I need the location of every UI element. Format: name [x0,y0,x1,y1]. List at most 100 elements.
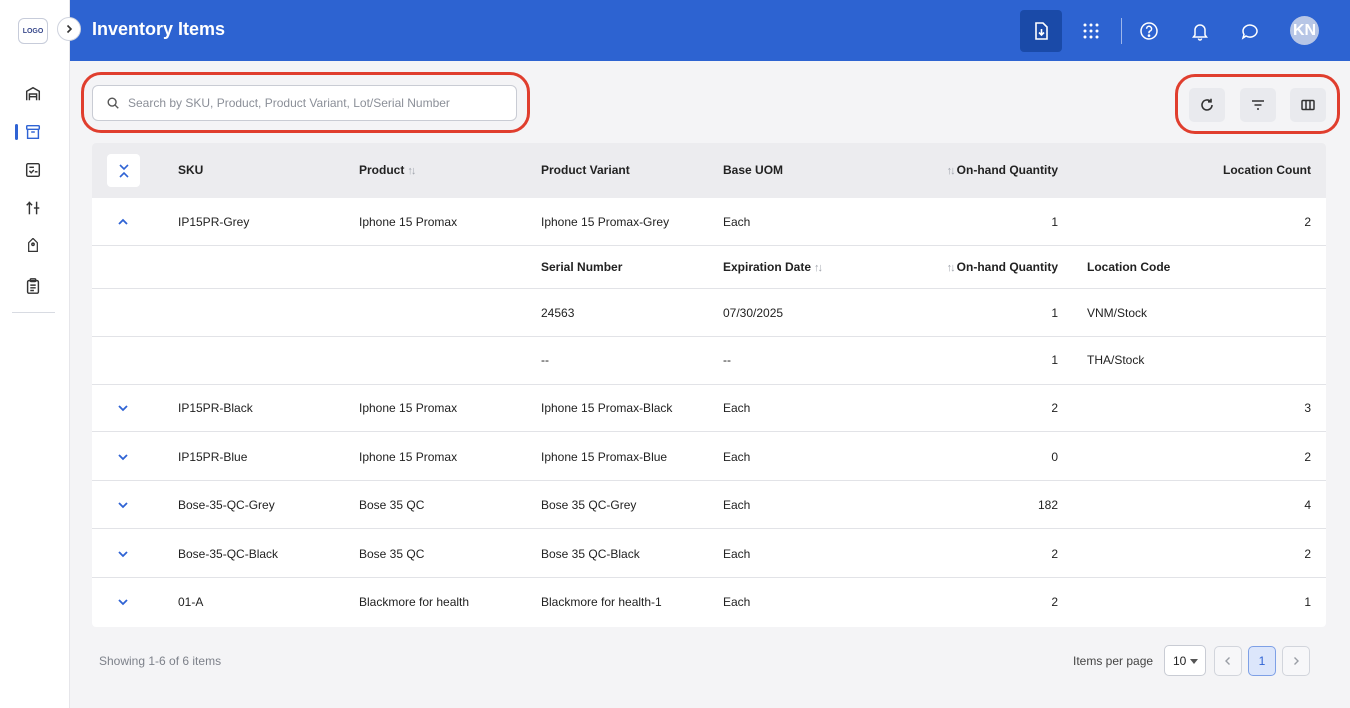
columns-icon [1301,99,1315,111]
next-page-button[interactable] [1282,646,1310,676]
sort-icon[interactable]: ↑↓ [947,262,956,274]
apps-grid-button[interactable] [1070,10,1112,52]
help-icon [1140,22,1158,40]
expand-all-button[interactable] [107,154,140,187]
cell-product: Bose 35 QC [359,547,425,561]
search-icon [107,97,119,109]
columns-button[interactable] [1290,88,1326,122]
chat-icon [1241,24,1258,40]
expand-row-button[interactable] [116,547,130,561]
filter-icon [1252,100,1264,110]
header-separator [1121,18,1122,44]
cell-sku: IP15PR-Blue [178,450,248,464]
filter-button[interactable] [1240,88,1276,122]
adjust-icon[interactable] [22,197,44,219]
header-sku[interactable]: SKU [178,163,203,177]
header-locations[interactable]: Location Count [1152,163,1311,177]
help-button[interactable] [1128,10,1170,52]
collapse-row-button[interactable] [116,215,130,229]
cell-qty: 2 [1051,547,1058,561]
top-header: Inventory Items KN [70,0,1350,61]
notifications-button[interactable] [1179,10,1221,52]
cell-sku: IP15PR-Grey [178,215,250,229]
subheader-expiration[interactable]: Expiration Date ↑↓ [723,260,824,274]
header-qty[interactable]: ↑↓ On-hand Quantity [912,163,1058,177]
subheader-location: Location Code [1087,260,1171,274]
header-uom[interactable]: Base UOM [723,163,783,177]
cell-uom: Each [723,450,751,464]
tag-icon[interactable] [22,236,44,258]
sidebar-divider [12,312,55,313]
app-logo: LOGO [18,18,48,44]
refresh-button[interactable] [1189,88,1225,122]
clipboard-icon[interactable] [22,275,44,297]
cell-qty: 0 [1051,450,1058,464]
search-input[interactable] [128,96,508,110]
chevron-right-icon [66,24,73,34]
cell-qty: 2 [1051,595,1058,609]
pagination-summary: Showing 1-6 of 6 items [99,654,222,668]
chevron-down-icon [118,551,128,558]
row-divider [92,336,1326,337]
cell-locations: 4 [1304,498,1311,512]
download-button[interactable] [1020,10,1062,52]
header-qty-label: On-hand Quantity [956,163,1058,177]
cell-variant: Iphone 15 Promax-Black [541,401,673,415]
chevron-down-icon [118,599,128,606]
page-title: Inventory Items [92,19,226,39]
header-product[interactable]: Product ↑↓ [359,163,417,177]
sub-cell-location: VNM/Stock [1087,306,1148,320]
row-divider [92,431,1326,432]
inventory-box-icon[interactable] [22,121,44,143]
cell-sku: IP15PR-Black [178,401,253,415]
subheader-qty[interactable]: ↑↓ On-hand Quantity [912,260,1058,274]
items-per-page-select[interactable]: 10 [1164,645,1206,676]
cell-sku: Bose-35-QC-Grey [178,498,275,512]
header-variant[interactable]: Product Variant [541,163,630,177]
caret-down-icon [1190,659,1198,664]
chevron-down-icon [118,405,128,412]
cell-variant: Iphone 15 Promax-Blue [541,450,668,464]
apps-grid-icon [1083,23,1099,39]
sort-icon[interactable]: ↑↓ [407,165,416,177]
warehouse-icon[interactable] [22,83,44,105]
chevron-right-icon [1294,657,1299,665]
active-nav-indicator [15,124,18,140]
header-product-label: Product [359,163,405,177]
download-icon [1035,22,1048,40]
user-avatar[interactable]: KN [1290,16,1319,45]
cell-uom: Each [723,215,751,229]
cell-sku: Bose-35-QC-Black [178,547,279,561]
sub-cell-expiration: -- [723,353,731,367]
prev-page-button[interactable] [1214,646,1242,676]
checklist-icon[interactable] [22,159,44,181]
table-header: SKU Product ↑↓ Product Variant Base UOM ↑… [92,143,1326,198]
search-box[interactable] [92,85,517,121]
inventory-table: SKU Product ↑↓ Product Variant Base UOM ↑… [92,143,1326,627]
cell-locations: 3 [1304,401,1311,415]
sort-icon[interactable]: ↑↓ [947,165,956,177]
expand-row-button[interactable] [116,401,130,415]
items-per-page-label: Items per page [1073,654,1154,668]
cell-sku: 01-A [178,595,204,609]
cell-product: Bose 35 QC [359,498,425,512]
bell-icon [1192,24,1208,41]
sidebar-toggle-button[interactable] [57,17,81,41]
cell-product: Iphone 15 Promax [359,401,458,415]
page-button-current[interactable]: 1 [1248,646,1276,676]
expand-row-button[interactable] [116,595,130,609]
cell-qty: 1 [1051,215,1058,229]
row-divider [92,480,1326,481]
subheader-qty-label: On-hand Quantity [956,260,1058,274]
sort-icon[interactable]: ↑↓ [814,262,823,274]
sub-cell-serial: -- [541,353,549,367]
cell-uom: Each [723,498,751,512]
chat-button[interactable] [1229,10,1271,52]
cell-qty: 182 [1037,498,1058,512]
expand-row-button[interactable] [116,450,130,464]
cell-product: Iphone 15 Promax [359,450,458,464]
cell-variant: Bose 35 QC-Black [541,547,640,561]
expand-row-button[interactable] [116,498,130,512]
chevron-down-icon [118,454,128,461]
sub-cell-qty: 1 [1051,353,1058,367]
